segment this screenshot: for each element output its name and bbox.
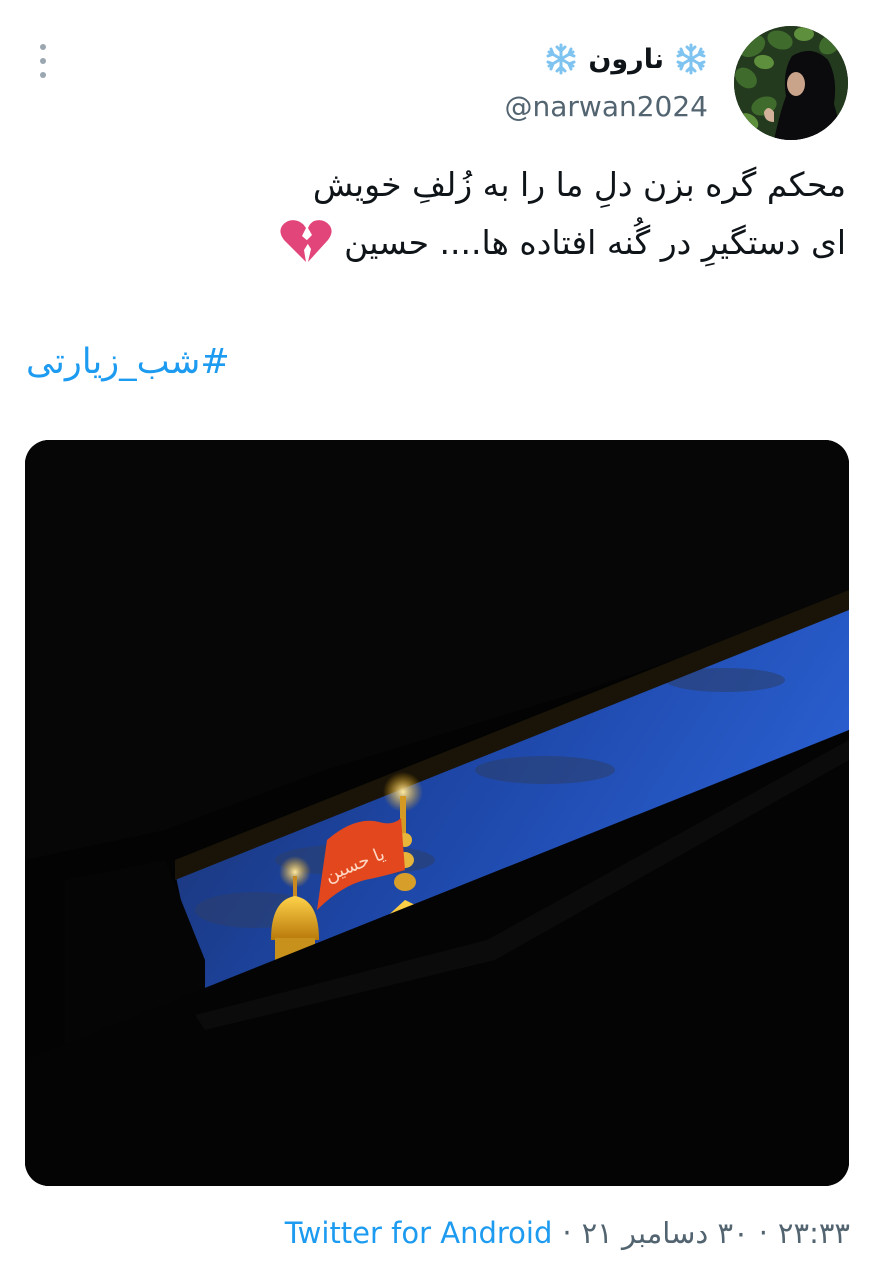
source-link[interactable]: Twitter for Android [285, 1216, 553, 1250]
author-display-name: نارون [588, 43, 664, 75]
tweet-text-line: محکم گره بزن دلِ ما را به زُلفِ خویش [312, 165, 846, 204]
snowflake-icon [676, 43, 706, 75]
author-name-row[interactable]: نارون [544, 36, 708, 82]
more-dot-icon [40, 58, 46, 64]
more-dot-icon [40, 72, 46, 78]
author-handle[interactable]: @narwan2024 [505, 90, 708, 123]
tweet-date[interactable]: ۳۰ دسامبر ۲۱ [582, 1216, 749, 1250]
broken-heart-icon [279, 220, 332, 262]
more-options-button[interactable] [30, 44, 56, 78]
more-dot-icon [40, 44, 46, 50]
hashtag-link[interactable]: #شب_زیارتی [26, 342, 230, 382]
tweet-text: محکم گره بزن دلِ ما را به زُلفِ خویش ای … [26, 156, 846, 272]
meta-separator: · [758, 1216, 768, 1250]
tweet-time[interactable]: ۲۳:۳۳ [778, 1216, 850, 1250]
tweet-media-image[interactable]: یا حسین [25, 440, 849, 1186]
tweet-text-line-with-emoji: ای دستگیرِ در گُنه افتاده ها.... حسین [26, 214, 846, 272]
snowflake-icon [546, 43, 576, 75]
tweet-page: نارون @narwan2024 محکم گره بزن دلِ ما را… [0, 0, 874, 1280]
tweet-meta: Twitter for Android · ۳۰ دسامبر ۲۱ · ۲۳:… [285, 1210, 850, 1256]
avatar[interactable] [734, 26, 848, 140]
tweet-text-line: ای دستگیرِ در گُنه افتاده ها.... حسین [344, 223, 846, 262]
meta-separator: · [562, 1216, 572, 1250]
